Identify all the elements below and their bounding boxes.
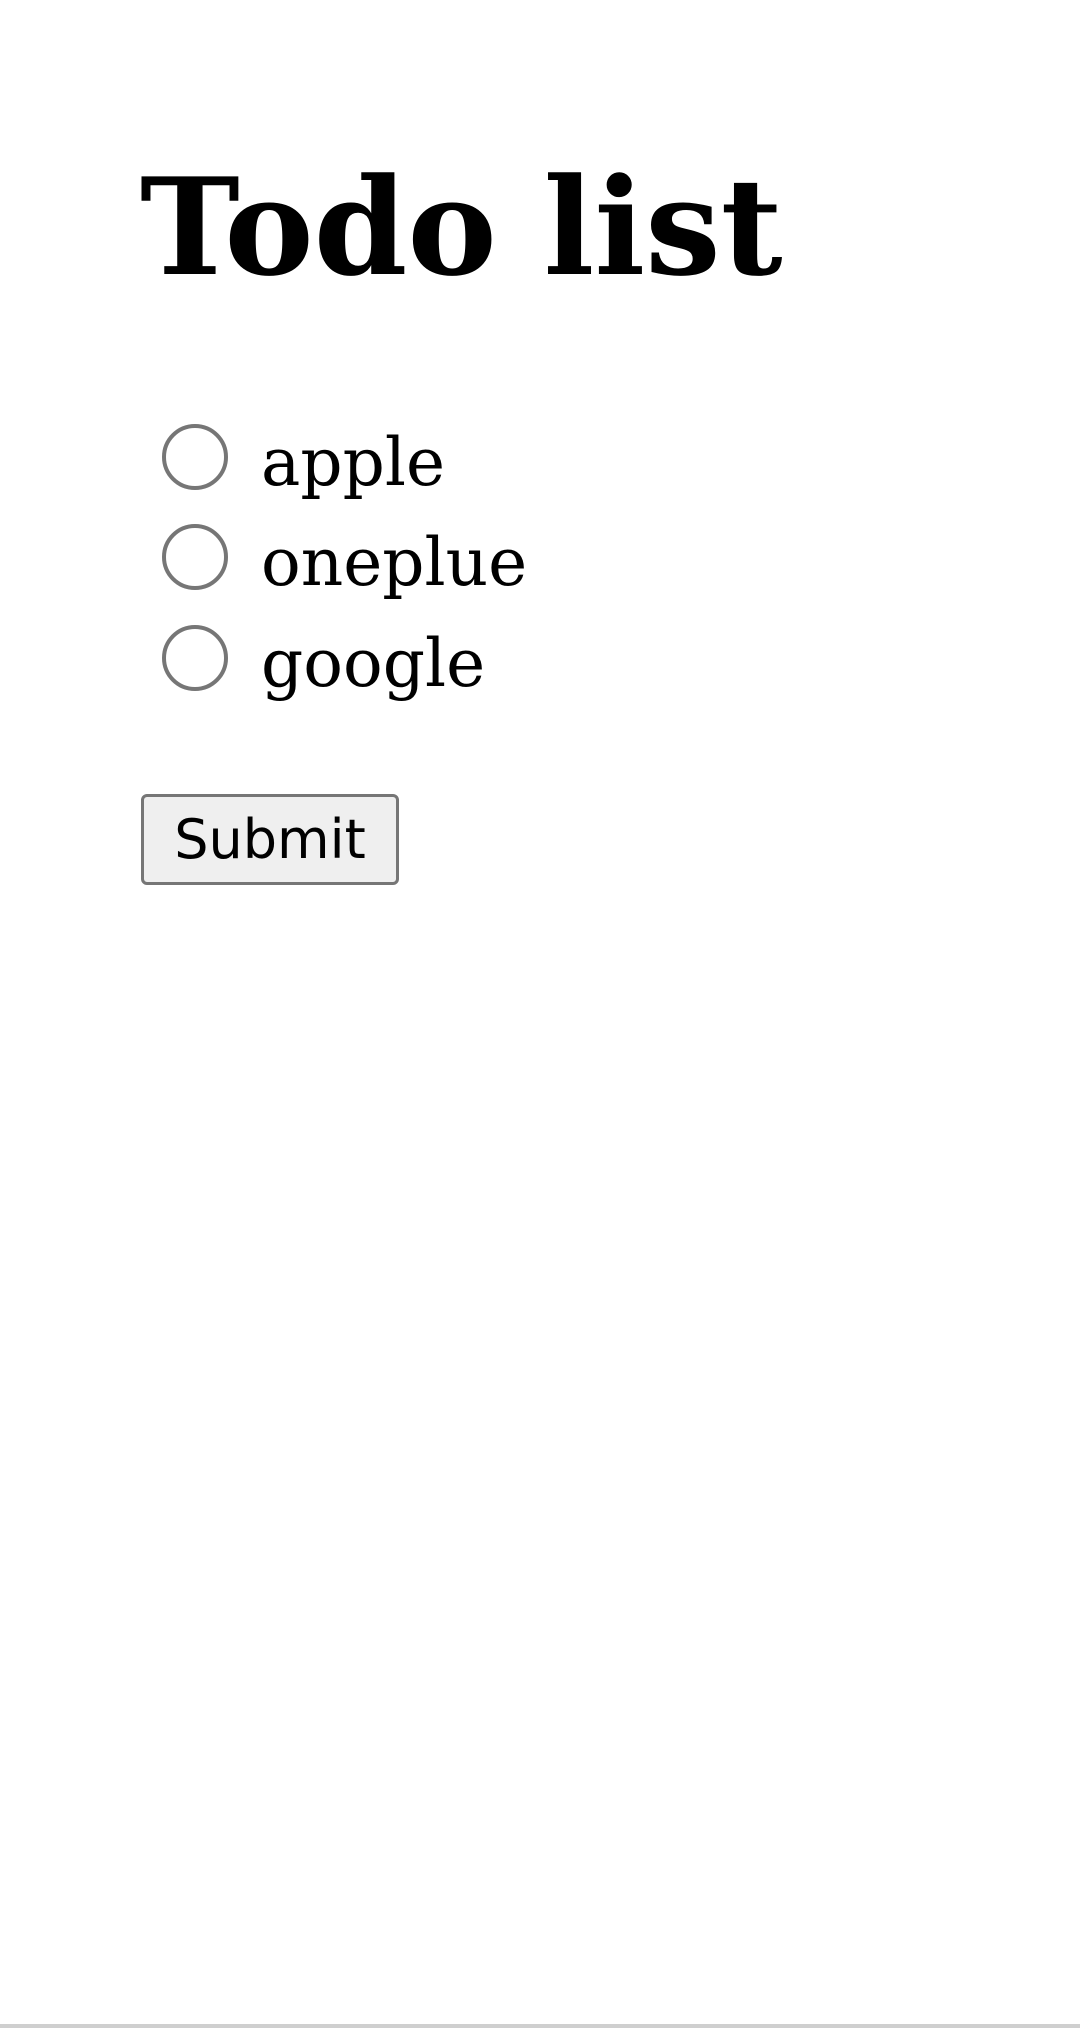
radio-button[interactable] bbox=[162, 424, 228, 490]
page-title: Todo list bbox=[140, 148, 783, 306]
radio-button[interactable] bbox=[162, 524, 228, 590]
radio-option-label: google bbox=[261, 625, 486, 702]
submit-button[interactable]: Submit bbox=[141, 794, 399, 885]
radio-option-label: oneplue bbox=[261, 524, 528, 601]
radio-option-label: apple bbox=[261, 424, 446, 501]
page: Todo list apple oneplue google Submit bbox=[0, 0, 1080, 2028]
radio-option-apple[interactable]: apple bbox=[162, 421, 445, 499]
radio-option-oneplue[interactable]: oneplue bbox=[162, 521, 527, 599]
radio-option-google[interactable]: google bbox=[162, 622, 485, 700]
bottom-divider bbox=[0, 2024, 1080, 2028]
radio-button[interactable] bbox=[162, 625, 228, 691]
